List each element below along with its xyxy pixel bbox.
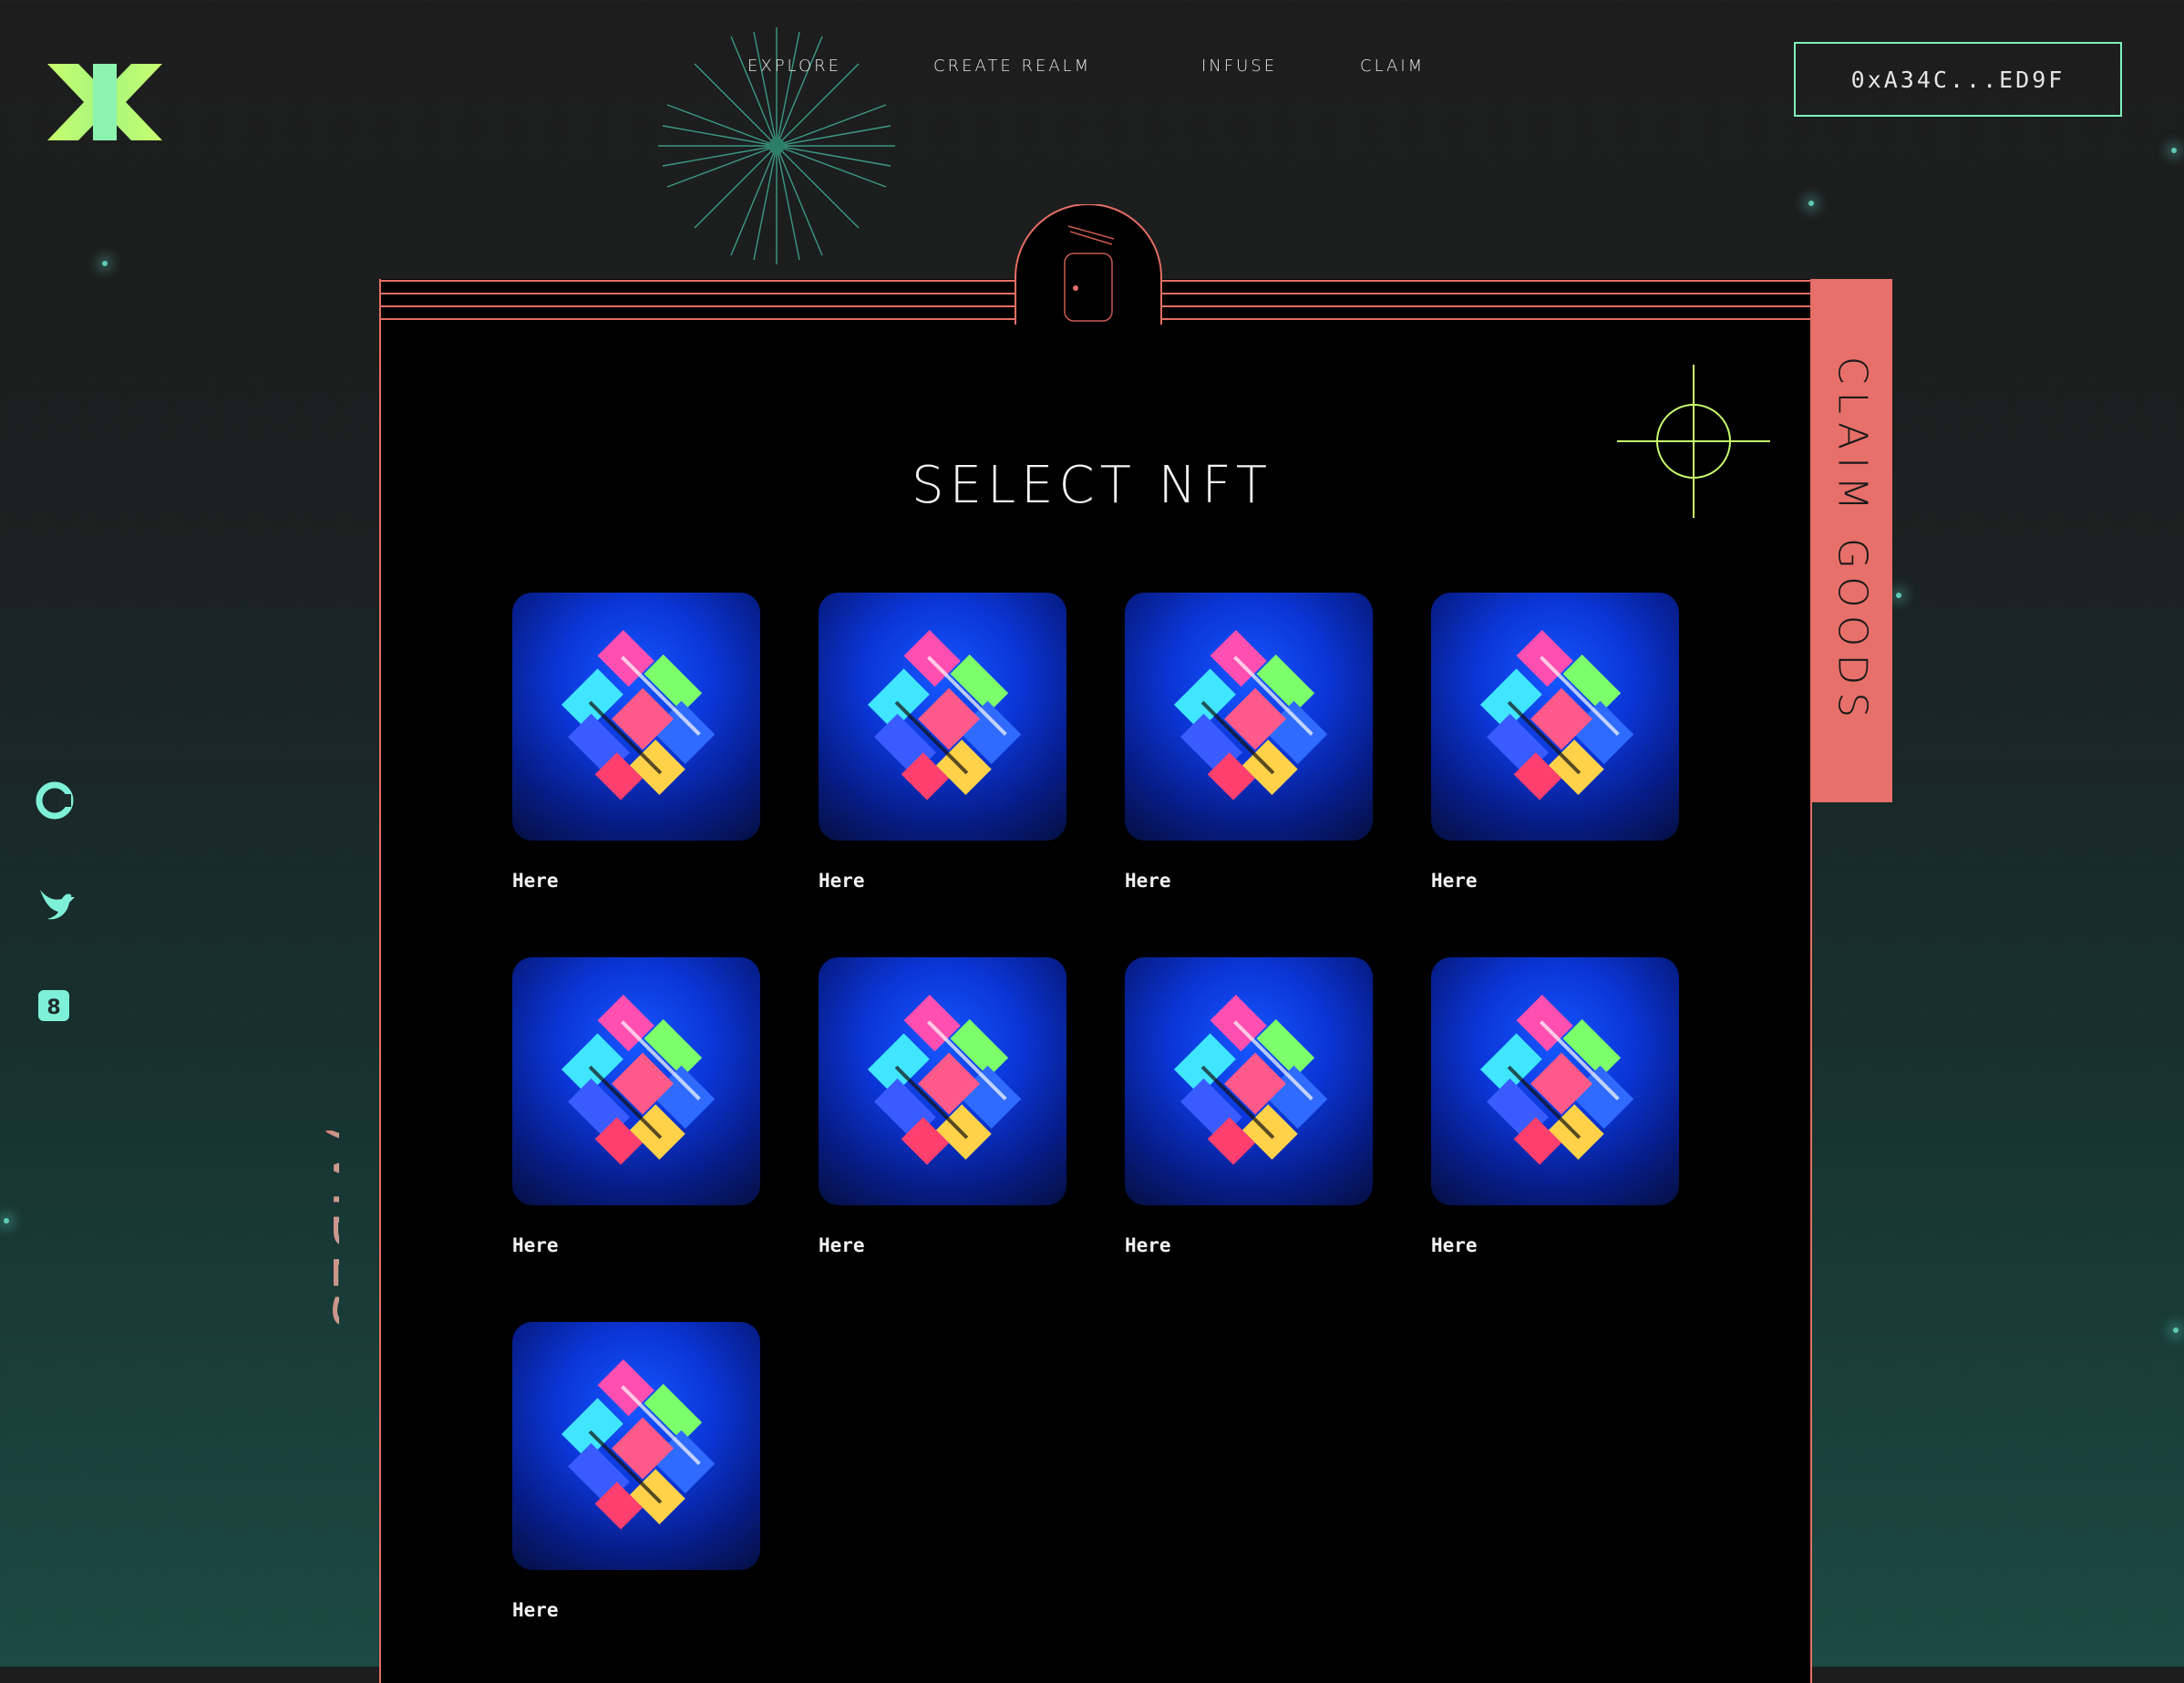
nft-card[interactable]: Here: [819, 593, 1066, 892]
nft-card[interactable]: Here: [512, 1322, 760, 1621]
sparkle: [102, 261, 108, 266]
nav-claim[interactable]: CLAIM: [1360, 57, 1425, 76]
nft-image: [819, 593, 1066, 841]
nft-card[interactable]: Here: [1125, 957, 1373, 1256]
nft-card[interactable]: Here: [1431, 957, 1679, 1256]
nft-artwork: [1173, 630, 1328, 800]
nft-label: Here: [1431, 870, 1478, 892]
nft-artwork: [867, 995, 1022, 1165]
nft-card[interactable]: Here: [512, 593, 760, 892]
nft-card[interactable]: Here: [1431, 593, 1679, 892]
nft-artwork: [1479, 630, 1634, 800]
nav-explore[interactable]: EXPLORE: [747, 57, 841, 76]
sparkle: [4, 1218, 9, 1224]
nft-image: [819, 957, 1066, 1205]
nft-label: Here: [512, 870, 559, 892]
nft-image: [512, 1322, 760, 1570]
nft-label: Here: [1125, 870, 1171, 892]
coingecko-icon[interactable]: [35, 780, 75, 821]
brand-vertical-text: PER)VIBES: [320, 1131, 339, 1333]
nft-image: [512, 957, 760, 1205]
nft-artwork: [867, 630, 1022, 800]
opensea-icon[interactable]: 8: [35, 985, 75, 1025]
nft-artwork: [561, 995, 716, 1165]
sparkle: [1896, 593, 1901, 598]
nft-image: [512, 593, 760, 841]
wallet-address-button[interactable]: 0xA34C...ED9F: [1794, 42, 2122, 117]
nft-card[interactable]: Here: [819, 957, 1066, 1256]
jar-arch-decoration: [1015, 204, 1162, 325]
svg-text:8: 8: [46, 996, 60, 1019]
twitter-bird-icon[interactable]: [35, 883, 75, 923]
brand-vertical-label: PER)VIBES: [320, 1131, 339, 1333]
page-title: SELECT NFT: [912, 456, 1272, 515]
nft-label: Here: [512, 1599, 559, 1621]
nft-artwork: [1173, 995, 1328, 1165]
sparkle: [2173, 1327, 2179, 1333]
sparkle: [1808, 201, 1814, 206]
nft-image: [1431, 593, 1679, 841]
nft-label: Here: [819, 870, 865, 892]
nft-label: Here: [1431, 1234, 1478, 1256]
nft-artwork: [1479, 995, 1634, 1165]
nav-infuse[interactable]: INFUSE: [1201, 57, 1277, 76]
nft-card[interactable]: Here: [512, 957, 760, 1256]
nft-label: Here: [512, 1234, 559, 1256]
nft-image: [1431, 957, 1679, 1205]
nav-create-realm[interactable]: CREATE REALM: [933, 57, 1091, 76]
sparkle: [2171, 148, 2177, 153]
nft-image: [1125, 593, 1373, 841]
nft-artwork: [561, 1359, 716, 1530]
nft-card[interactable]: Here: [1125, 593, 1373, 892]
claim-goods-tab[interactable]: CLAIM GOODS: [1812, 279, 1892, 802]
claim-goods-label: CLAIM GOODS: [1829, 356, 1876, 726]
nft-artwork: [561, 630, 716, 800]
nft-label: Here: [819, 1234, 865, 1256]
nft-image: [1125, 957, 1373, 1205]
nft-label: Here: [1125, 1234, 1171, 1256]
